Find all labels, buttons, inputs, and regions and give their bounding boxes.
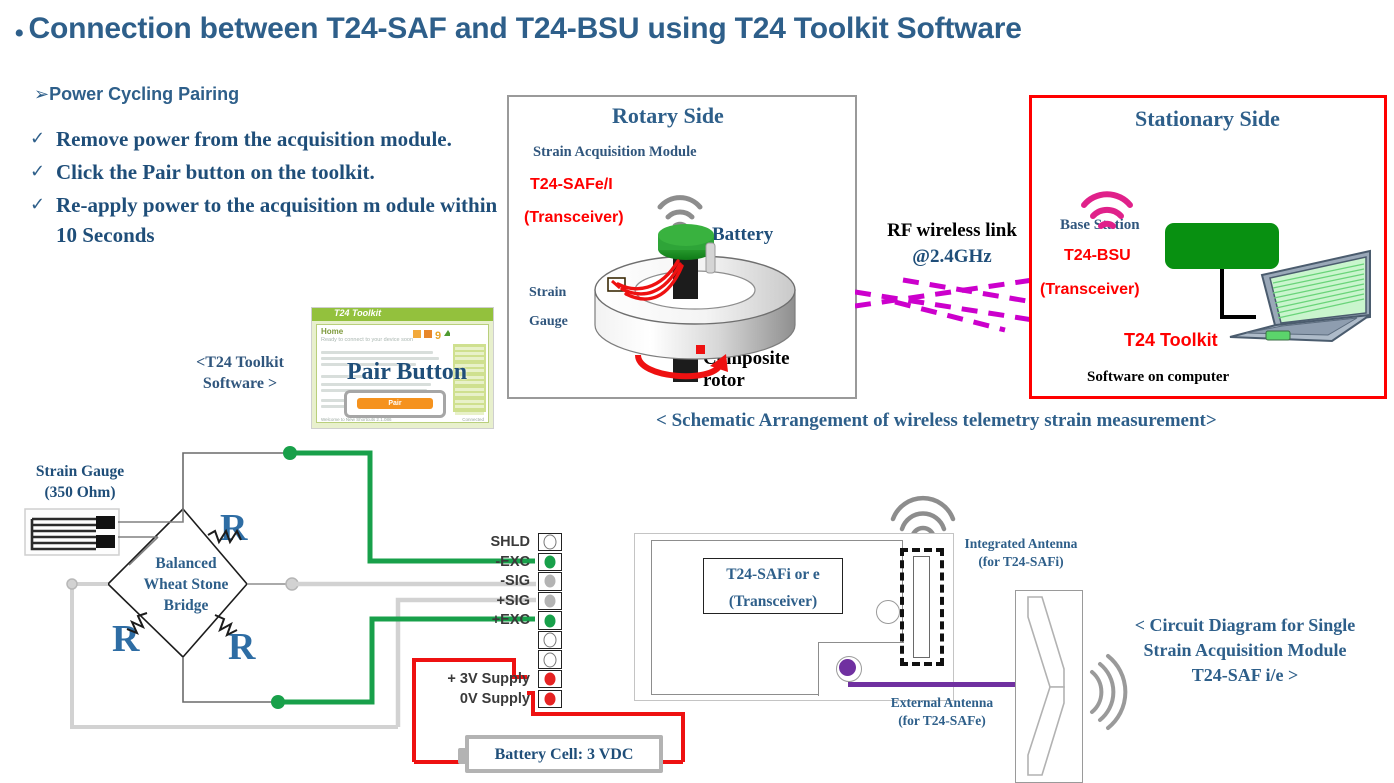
terminal-label: 0V Supply bbox=[459, 690, 530, 707]
terminal-cell[interactable] bbox=[538, 552, 562, 571]
instruction-steps-list: ✓ Remove power from the acquisition modu… bbox=[30, 124, 500, 253]
terminal-dot-red bbox=[544, 692, 556, 706]
integrated-antenna-strip bbox=[913, 556, 930, 658]
terminal-cell[interactable] bbox=[538, 670, 562, 689]
terminal-cell[interactable] bbox=[538, 591, 562, 611]
terminal-dot-empty bbox=[543, 534, 557, 550]
toolkit-subtitle: Ready to connect to your device soon bbox=[321, 337, 414, 343]
strain-gauge-label: Strain Gauge (350 Ohm) bbox=[35, 463, 125, 501]
stationary-assembly-graphic bbox=[1081, 191, 1371, 343]
strain-gauge-icon bbox=[24, 508, 120, 556]
pairing-heading-label: Power Cycling Pairing bbox=[49, 84, 240, 104]
list-item: ✓ Remove power from the acquisition modu… bbox=[30, 124, 500, 154]
terminal-cell[interactable] bbox=[538, 650, 562, 669]
terminal-dot-grey bbox=[544, 574, 556, 588]
stationary-side-title: Stationary Side bbox=[1135, 106, 1280, 131]
toolkit-footer-left: Welcome to New Shortcuts 2.1.086 bbox=[321, 417, 392, 422]
terminal-cell[interactable] bbox=[538, 611, 562, 630]
software-on-computer-label: Software on computer bbox=[1087, 369, 1230, 385]
step-text: Re-apply power to the acquisition m odul… bbox=[56, 193, 498, 247]
terminal-cell[interactable] bbox=[538, 572, 562, 591]
external-antenna-icon bbox=[1027, 596, 1065, 776]
terminal-cell[interactable] bbox=[538, 630, 562, 650]
pairing-heading: ➢Power Cycling Pairing bbox=[34, 84, 239, 105]
pair-button-annotation: Pair Button bbox=[346, 359, 468, 385]
terminal-dot-empty bbox=[543, 632, 557, 648]
pair-button[interactable]: Pair bbox=[357, 398, 433, 409]
check-icon: ✓ bbox=[30, 161, 46, 182]
terminal-dot-green bbox=[544, 614, 556, 627]
resistor-label: R bbox=[228, 626, 256, 668]
title-bullet-icon: • bbox=[14, 17, 25, 51]
terminal-label-column: SHLD -EXC -SIG +SIG +EXC + 3V Supply 0V … bbox=[420, 533, 530, 707]
resistor-label: R bbox=[112, 618, 140, 660]
terminal-dot-empty bbox=[543, 652, 557, 668]
battery-cell: Battery Cell: 3 VDC bbox=[465, 735, 663, 773]
t24-safi-box: T24-SAFi or e (Transceiver) bbox=[703, 558, 843, 614]
terminal-cell[interactable] bbox=[538, 533, 562, 552]
t24-safi-line1: T24-SAFi or e bbox=[726, 566, 820, 583]
terminal-label: SHLD bbox=[490, 534, 530, 550]
pair-button-highlight: Pair bbox=[344, 390, 446, 418]
check-icon: ✓ bbox=[30, 128, 46, 149]
page-title-row: • Connection between T24-SAF and T24-BSU … bbox=[14, 12, 1374, 49]
integrated-antenna-label: Integrated Antenna (for T24-SAFi) bbox=[964, 536, 1078, 569]
external-antenna-label: External Antenna (for T24-SAFe) bbox=[890, 695, 994, 728]
toolkit-home-label[interactable]: Home bbox=[321, 327, 343, 336]
step-text: Remove power from the acquisition module… bbox=[56, 127, 452, 151]
terminal-label: +EXC bbox=[491, 612, 530, 629]
rf-dashed-beam bbox=[855, 277, 1034, 333]
terminal-dot-red bbox=[544, 672, 556, 686]
rotary-assembly-graphic bbox=[594, 195, 796, 382]
rf-link-line2: @2.4GHz bbox=[912, 246, 992, 267]
list-item: ✓ Click the Pair button on the toolkit. bbox=[30, 157, 500, 187]
terminal-label: -EXC bbox=[495, 553, 530, 570]
t24-safi-line2: (Transceiver) bbox=[728, 593, 818, 610]
terminal-cell[interactable] bbox=[538, 689, 562, 709]
wifi-icon bbox=[1081, 191, 1133, 229]
toolkit-caption: <T24 Toolkit Software > bbox=[196, 354, 284, 392]
terminal-block[interactable] bbox=[538, 533, 562, 709]
toolkit-titlebar: T24 Toolkit bbox=[312, 308, 493, 321]
terminal-label: +SIG bbox=[496, 592, 530, 609]
resistor-label: R bbox=[220, 507, 248, 549]
terminal-dot-green bbox=[544, 555, 556, 569]
rotary-side-title: Rotary Side bbox=[612, 103, 724, 128]
arrow-bullet-icon: ➢ bbox=[34, 84, 50, 105]
terminal-dot-grey bbox=[544, 594, 556, 608]
strain-acquisition-module-label: Strain Acquisition Module bbox=[533, 144, 697, 160]
toolkit-icon-row[interactable]: 9 bbox=[412, 327, 450, 341]
circuit-caption: < Circuit Diagram for Single Strain Acqui… bbox=[1134, 615, 1356, 685]
rf-link-line1: RF wireless link bbox=[887, 220, 1017, 241]
check-icon: ✓ bbox=[30, 194, 46, 215]
page-title: Connection between T24-SAF and T24-BSU u… bbox=[28, 12, 1022, 45]
step-text: Click the Pair button on the toolkit. bbox=[56, 160, 375, 184]
toolkit-footer-right: Connected bbox=[462, 417, 484, 422]
antenna-connector-dot bbox=[839, 659, 856, 676]
list-item: ✓ Re-apply power to the acquisition m od… bbox=[30, 190, 500, 250]
module-mount-hole bbox=[876, 600, 900, 624]
schematic-caption: < Schematic Arrangement of wireless tele… bbox=[656, 410, 1217, 431]
terminal-label: + 3V Supply bbox=[447, 671, 530, 688]
rf-link-label: RF wireless link @2.4GHz bbox=[872, 218, 1032, 270]
svg-text:9: 9 bbox=[435, 330, 441, 341]
wifi-icon bbox=[657, 195, 703, 229]
toolkit-text-line bbox=[321, 351, 433, 354]
terminal-label: -SIG bbox=[500, 573, 530, 590]
toolkit-window-title: T24 Toolkit bbox=[334, 308, 382, 318]
wheatstone-bridge-label: Balanced Wheat Stone Bridge bbox=[143, 555, 229, 614]
